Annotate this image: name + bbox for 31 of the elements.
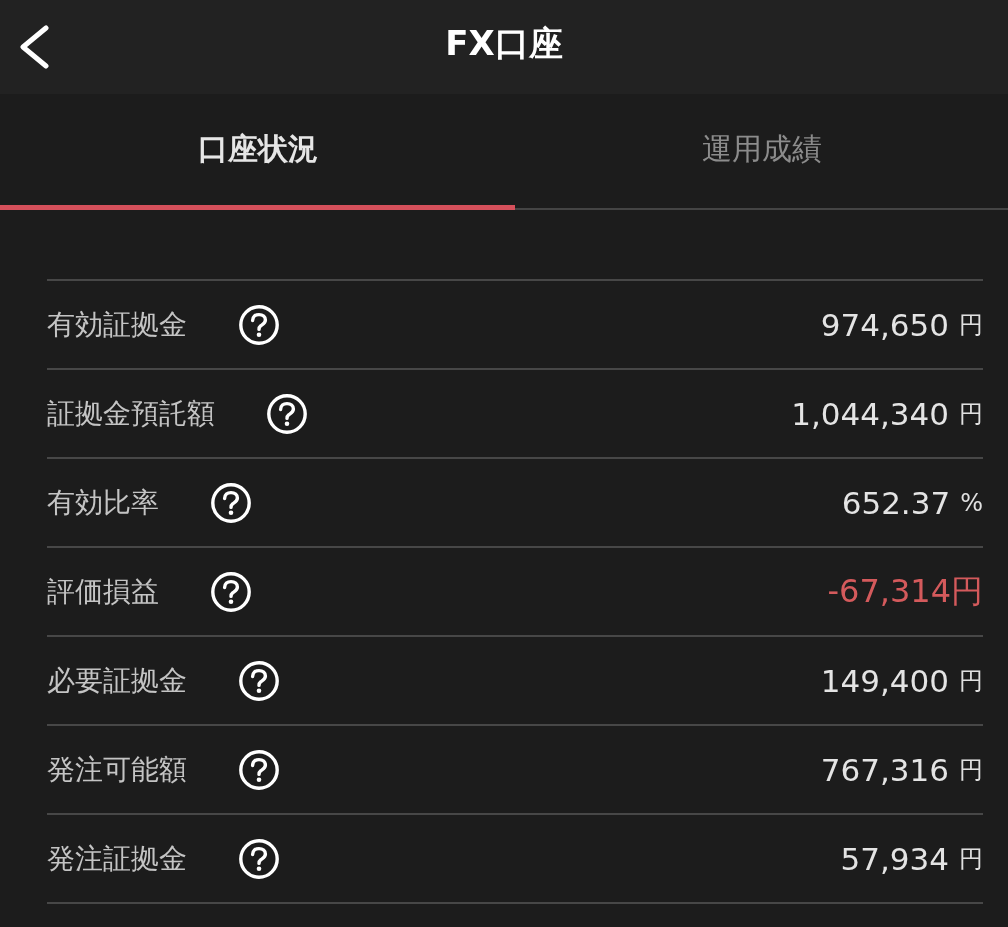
amount-value: 149,400: [820, 662, 949, 699]
field-label: 発注可能額: [47, 751, 187, 788]
amount-value: 767,316: [820, 751, 949, 788]
help-icon[interactable]: [211, 571, 251, 612]
help-icon[interactable]: [267, 393, 307, 434]
screen-title: FX口座: [445, 22, 563, 65]
amount-value: 652.37: [841, 484, 951, 521]
unit-label: 円: [959, 665, 983, 697]
help-icon[interactable]: [211, 482, 251, 523]
field-label: 評価損益: [47, 573, 159, 610]
unit-label: 円: [959, 843, 983, 875]
field-label: 必要証拠金: [47, 662, 187, 699]
unit-label: 円: [959, 309, 983, 341]
help-icon[interactable]: [239, 749, 279, 790]
tab[interactable]: 口座状況: [0, 94, 515, 210]
back-chevron-icon: [18, 25, 50, 69]
loss-value: -67,314円: [827, 570, 983, 612]
unit-label: 円: [959, 398, 983, 430]
amount-value: 1,044,340: [791, 395, 949, 432]
tab[interactable]: 運用成績: [515, 94, 1008, 210]
field-label: 有効比率: [47, 484, 159, 521]
help-icon[interactable]: [239, 660, 279, 701]
field-label: 発注証拠金: [47, 840, 187, 877]
help-icon[interactable]: [239, 304, 279, 345]
field-label: 証拠金預託額: [47, 395, 215, 432]
unit-label: 円: [959, 754, 983, 786]
unit-label: %: [960, 488, 983, 517]
help-icon[interactable]: [239, 838, 279, 879]
amount-value: 57,934: [840, 840, 949, 877]
field-label: 有効証拠金: [47, 306, 187, 343]
amount-value: 974,650: [820, 306, 949, 343]
